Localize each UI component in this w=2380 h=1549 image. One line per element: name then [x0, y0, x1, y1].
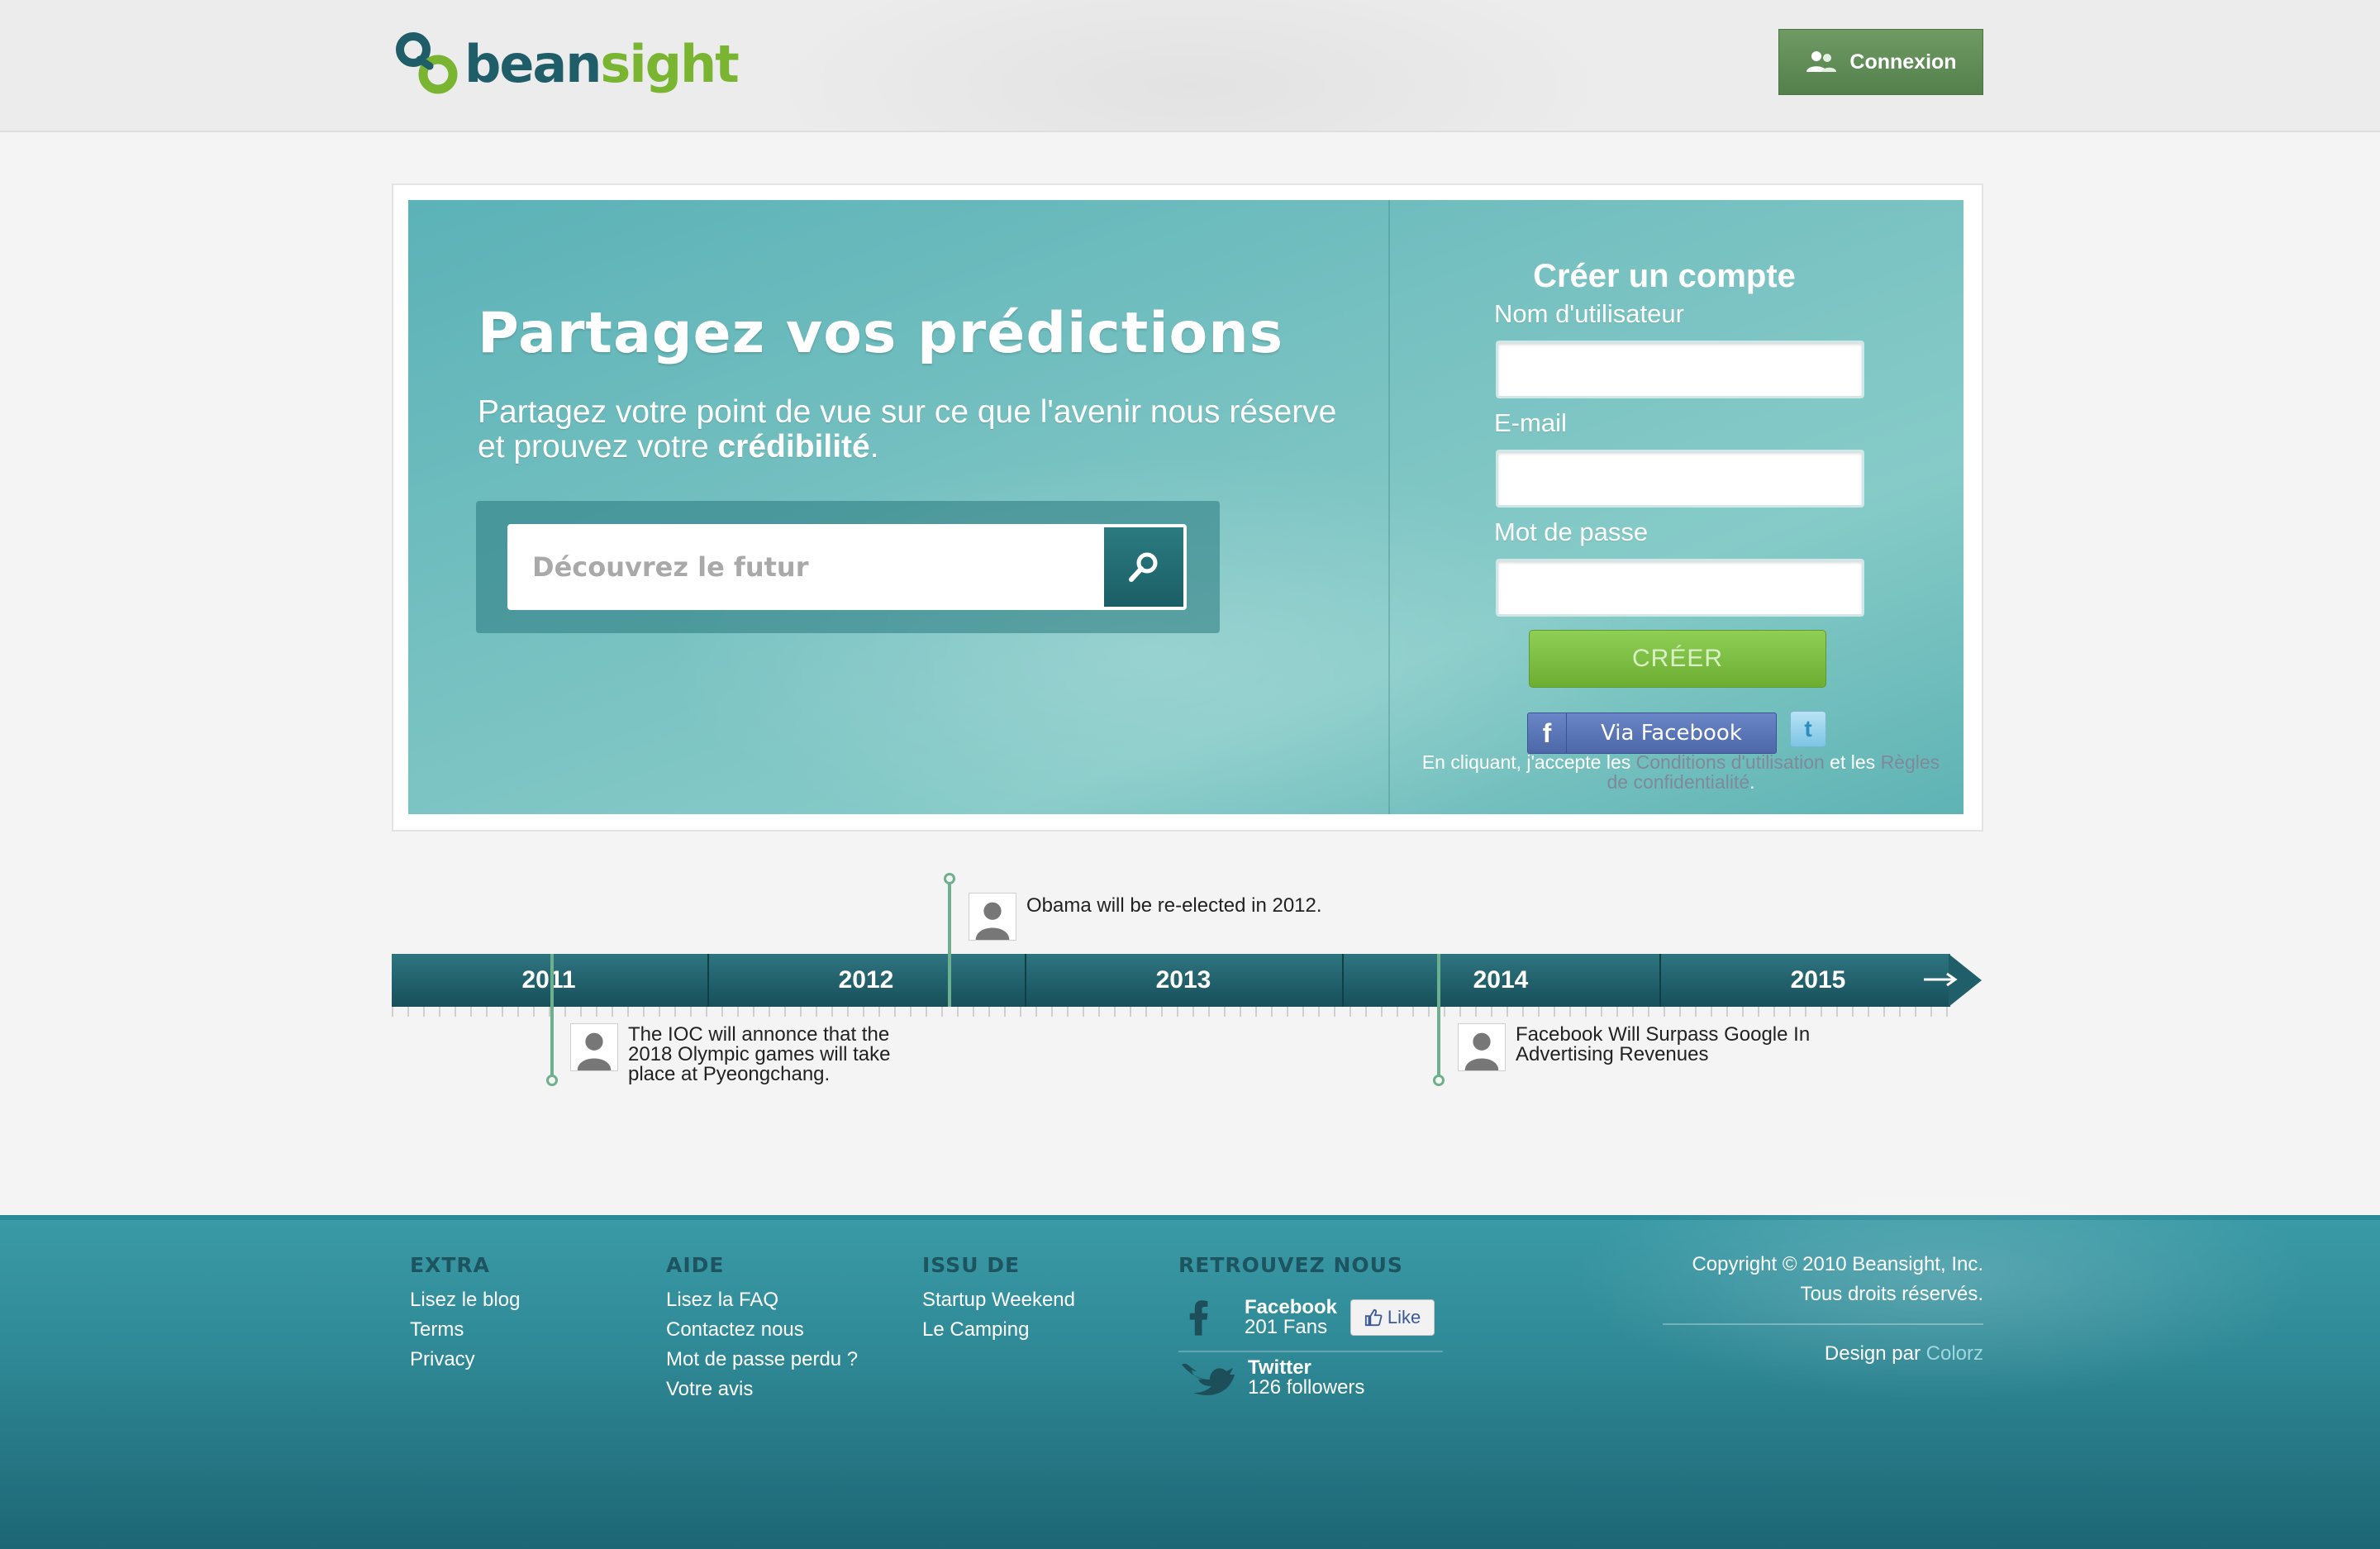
timeline-year-2015[interactable]: 2015 [1659, 954, 1977, 1007]
copyright: Copyright © 2010 Beansight, Inc. Tous dr… [1692, 1250, 1983, 1309]
timeline-ticks [392, 1007, 1950, 1017]
avatar[interactable] [1458, 1023, 1506, 1071]
terms-text: et les [1824, 751, 1881, 773]
footer-link-feedback[interactable]: Votre avis [666, 1375, 858, 1404]
avatar[interactable] [570, 1023, 618, 1071]
hero-panel: Partagez vos prédictions Partagez votre … [408, 200, 1963, 814]
facebook-info[interactable]: Facebook 201 Fans [1245, 1298, 1337, 1337]
thumbs-up-icon [1364, 1308, 1383, 1327]
email-label: E-mail [1494, 408, 1567, 437]
hero-subtitle-end: . [869, 429, 879, 465]
facebook-social-row: Facebook 201 Fans Like [1178, 1284, 1443, 1352]
facebook-like-button[interactable]: Like [1350, 1299, 1435, 1336]
twitter-follower-count: 126 followers [1248, 1376, 1365, 1399]
email-field[interactable] [1496, 450, 1864, 508]
login-button[interactable]: Connexion [1778, 29, 1983, 95]
footer-link-lost-password[interactable]: Mot de passe perdu ? [666, 1345, 858, 1375]
header: beansight Connexion [0, 0, 2380, 132]
login-label: Connexion [1849, 50, 1957, 74]
footer-link-terms[interactable]: Terms [410, 1315, 520, 1345]
user-silhouette-icon [571, 1024, 617, 1070]
timeline-event-text[interactable]: Facebook Will Surpass Google In Advertis… [1516, 1025, 1863, 1065]
hero-divider [1388, 200, 1390, 814]
design-credit-text: Design par [1824, 1342, 1926, 1365]
users-icon [1806, 51, 1837, 72]
timeline-event-stem [550, 954, 554, 1080]
footer-heading: AIDE [666, 1253, 725, 1277]
password-label: Mot de passe [1494, 517, 1649, 546]
facebook-icon[interactable] [1178, 1294, 1220, 1341]
terms-text: En cliquant, j'accepte les [1421, 751, 1636, 773]
beansight-logo[interactable]: beansight [395, 31, 740, 98]
create-account-button[interactable]: CRÉER [1529, 630, 1826, 688]
footer-heading: EXTRA [410, 1253, 491, 1277]
avatar[interactable] [969, 893, 1016, 941]
footer-col-aide: AIDE Lisez la FAQ Contactez nous Mot de … [666, 1253, 858, 1404]
timeline-year-2012[interactable]: 2012 [707, 954, 1025, 1007]
footer-link-contact[interactable]: Contactez nous [666, 1315, 858, 1345]
footer-heading: RETROUVEZ NOUS [1178, 1253, 1403, 1277]
search-button[interactable] [1101, 524, 1187, 610]
timeline-event-stem [1437, 954, 1440, 1080]
terms-notice: En cliquant, j'accepte les Conditions d'… [1416, 752, 1945, 792]
colorz-link[interactable]: Colorz [1926, 1342, 1983, 1365]
timeline-event-stem [948, 883, 951, 1007]
facebook-signup-label: Via Facebook [1601, 721, 1742, 746]
rights-line: Tous droits réservés. [1800, 1283, 1983, 1305]
footer-col-extra: EXTRA Lisez le blog Terms Privacy [410, 1253, 520, 1375]
twitter-info[interactable]: Twitter 126 followers [1248, 1358, 1364, 1398]
password-field[interactable] [1496, 559, 1864, 617]
timeline-year-2013[interactable]: 2013 [1025, 954, 1342, 1007]
facebook-icon: f [1528, 713, 1567, 753]
hero-title: Partagez vos prédictions [478, 301, 1284, 366]
footer-col-issu: ISSU DE Startup Weekend Le Camping [922, 1253, 1075, 1345]
hero-subtitle: Partagez votre point de vue sur ce que l… [478, 395, 1370, 465]
terms-text: . [1749, 771, 1755, 793]
footer-link-privacy[interactable]: Privacy [410, 1345, 520, 1375]
timeline-event-dot [1433, 1075, 1445, 1086]
design-credit: Design par Colorz [1825, 1342, 1983, 1366]
footer-link-faq[interactable]: Lisez la FAQ [666, 1285, 858, 1315]
facebook-name: Facebook [1245, 1296, 1338, 1318]
signup-title: Créer un compte [1533, 258, 1796, 294]
username-label: Nom d'utilisateur [1494, 299, 1684, 328]
timeline-year-2011[interactable]: 2011 [390, 954, 707, 1007]
copyright-line: Copyright © 2010 Beansight, Inc. [1692, 1253, 1983, 1275]
search-input[interactable] [507, 524, 1102, 610]
twitter-bird-icon[interactable] [1178, 1355, 1236, 1401]
footer-col-social: RETROUVEZ NOUS [1178, 1253, 1403, 1285]
footer-heading: ISSU DE [922, 1253, 1021, 1277]
hero-subtitle-bold: crédibilité [717, 429, 870, 465]
logo-text: beansight [464, 34, 740, 94]
user-silhouette-icon [1459, 1024, 1505, 1070]
footer-divider [1663, 1323, 1983, 1325]
timeline-event-text[interactable]: The IOC will annonce that the 2018 Olymp… [628, 1025, 909, 1084]
facebook-fan-count: 201 Fans [1245, 1316, 1328, 1338]
timeline-event-text[interactable]: Obama will be re-elected in 2012. [1026, 896, 1373, 916]
hero-subtitle-text: Partagez votre point de vue sur ce que l… [478, 394, 1337, 465]
terms-of-use-link[interactable]: Conditions d'utilisation [1636, 751, 1825, 773]
timeline-year-2014[interactable]: 2014 [1342, 954, 1659, 1007]
facebook-signup-button[interactable]: f Via Facebook [1527, 713, 1777, 754]
twitter-signup-button[interactable]: t [1790, 711, 1826, 747]
footer-link-blog[interactable]: Lisez le blog [410, 1285, 520, 1315]
footer-link-le-camping[interactable]: Le Camping [922, 1315, 1075, 1345]
search-box [476, 501, 1220, 633]
search-icon [1129, 552, 1158, 582]
twitter-name: Twitter [1248, 1356, 1311, 1379]
timeline-event-dot [546, 1075, 558, 1086]
twitter-icon: t [1804, 716, 1812, 741]
header-decoration [756, 0, 1624, 131]
username-field[interactable] [1496, 341, 1864, 398]
signup-form: Créer un compte Nom d'utilisateur E-mail… [1408, 200, 1963, 814]
user-silhouette-icon [969, 894, 1016, 940]
like-label: Like [1387, 1307, 1421, 1327]
twitter-social-row: Twitter 126 followers [1178, 1349, 1443, 1407]
footer-link-startup-weekend[interactable]: Startup Weekend [922, 1285, 1075, 1315]
logo-mark-icon [396, 32, 458, 94]
